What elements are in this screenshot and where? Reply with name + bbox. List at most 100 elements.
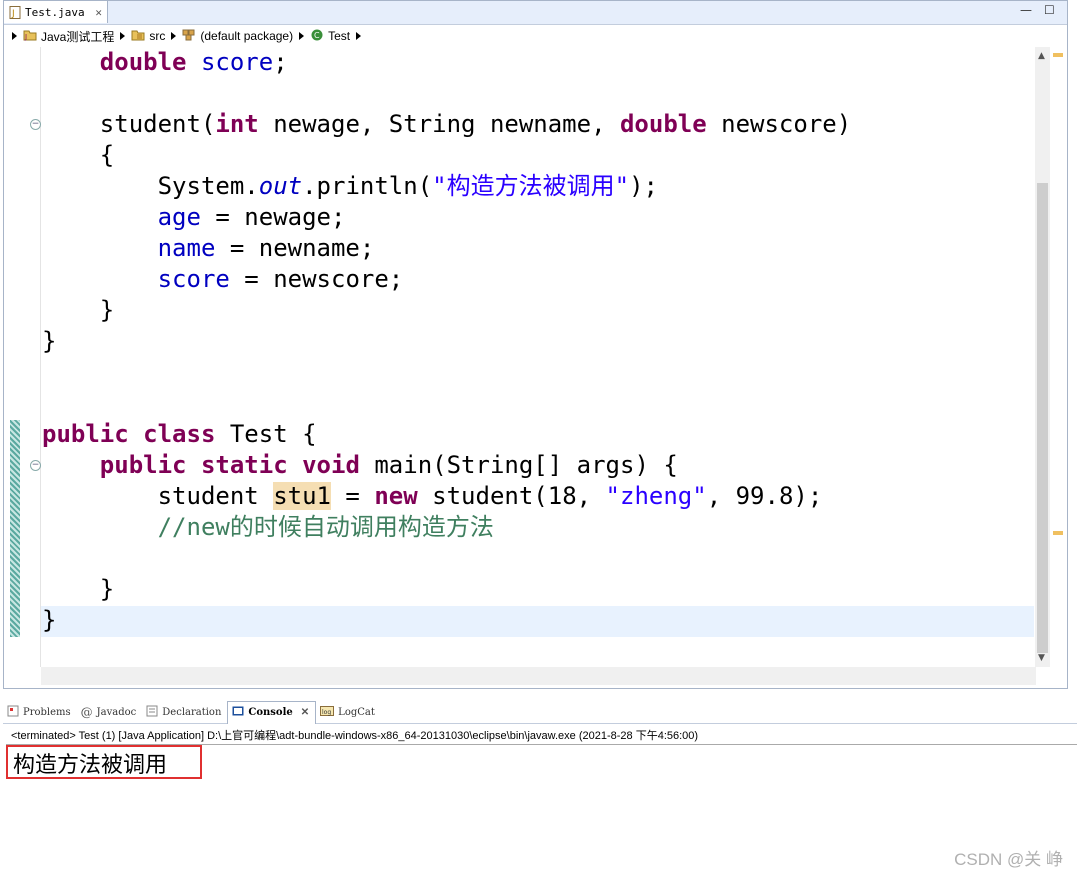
svg-text:C: C xyxy=(314,31,320,40)
code-line[interactable]: public static void main(String[] args) { xyxy=(42,450,678,481)
code-token: new xyxy=(374,482,418,510)
java-file-icon: J xyxy=(9,5,21,19)
breadcrumb-src[interactable]: src xyxy=(131,28,165,44)
code-token: public xyxy=(42,420,129,448)
code-line[interactable]: } xyxy=(42,326,56,357)
tab-test-java[interactable]: J Test.java ✕ xyxy=(4,1,108,23)
chevron-right-icon xyxy=(171,32,177,40)
code-token: } xyxy=(42,575,115,603)
scroll-up-icon[interactable]: ▲ xyxy=(1038,51,1045,61)
overview-ruler xyxy=(1053,47,1065,667)
code-line[interactable]: student(int newage, String newname, doub… xyxy=(42,109,851,140)
code-token: } xyxy=(42,296,115,324)
declaration-icon xyxy=(146,705,158,720)
tab-javadoc[interactable]: @ Javadoc xyxy=(77,701,143,723)
code-token: Test { xyxy=(215,420,317,448)
code-token: out xyxy=(258,172,303,200)
tab-label: Test.java xyxy=(25,5,85,19)
breadcrumb-class[interactable]: C Test xyxy=(310,28,350,44)
project-icon: J xyxy=(23,28,37,44)
code-line[interactable]: //new的时候自动调用构造方法 xyxy=(42,512,494,543)
code-line[interactable]: } xyxy=(42,605,56,636)
code-token: newscore) xyxy=(706,110,852,138)
code-line[interactable]: name = newname; xyxy=(42,233,375,264)
scroll-down-icon[interactable]: ▼ xyxy=(1038,653,1045,663)
overview-marker[interactable] xyxy=(1053,53,1063,57)
code-line[interactable]: double score; xyxy=(42,47,288,78)
code-token: int xyxy=(215,110,259,138)
code-token: System. xyxy=(42,172,259,200)
tab-label: LogCat xyxy=(338,706,375,718)
chevron-right-icon xyxy=(12,32,17,40)
fold-icon[interactable]: − xyxy=(30,460,41,471)
code-line[interactable]: public class Test { xyxy=(42,419,317,450)
code-token: "zheng" xyxy=(605,482,707,510)
tab-label: Javadoc xyxy=(96,706,137,718)
code-line[interactable]: age = newage; xyxy=(42,202,346,233)
svg-text:J: J xyxy=(11,9,15,19)
javadoc-icon: @ xyxy=(80,705,93,719)
chevron-right-icon xyxy=(356,32,362,40)
maximize-icon[interactable]: ☐ xyxy=(1044,3,1055,17)
logcat-icon: log xyxy=(320,705,335,720)
code-token: = xyxy=(330,482,375,510)
breadcrumb-package[interactable]: (default package) xyxy=(182,28,293,44)
source-folder-icon xyxy=(131,28,145,44)
code-token: main(String[] args) { xyxy=(359,451,678,479)
fold-icon[interactable]: − xyxy=(30,119,41,130)
code-token: stu1 xyxy=(273,482,331,510)
tab-declaration[interactable]: Declaration xyxy=(142,701,227,723)
code-token: void xyxy=(302,451,360,479)
console-icon xyxy=(232,705,244,720)
code-line[interactable]: } xyxy=(42,574,114,605)
code-token: { xyxy=(42,141,115,169)
code-token: , 99.8); xyxy=(706,482,823,510)
console-panel: Problems @ Javadoc Declaration Console ✕… xyxy=(3,700,1077,876)
vertical-scrollbar[interactable]: ▲ ▼ xyxy=(1035,47,1050,667)
code-line[interactable]: student stu1 = new student(18, "zheng", … xyxy=(42,481,822,512)
minimize-icon[interactable]: — xyxy=(1020,3,1032,17)
code-token: .println( xyxy=(302,172,433,200)
code-token: student xyxy=(42,482,274,510)
tab-console[interactable]: Console ✕ xyxy=(227,700,317,724)
code-token: score xyxy=(200,48,274,76)
code-token: name xyxy=(157,234,216,262)
editor-tab-bar: J Test.java ✕ — ☐ xyxy=(4,1,1067,25)
code-line[interactable]: score = newscore; xyxy=(42,264,404,295)
code-token: ; xyxy=(273,48,288,76)
tab-label: Problems xyxy=(23,706,71,718)
breadcrumb-project[interactable]: J Java测试工程 xyxy=(23,28,114,45)
code-token: static xyxy=(200,451,288,479)
chevron-right-icon xyxy=(299,32,305,40)
current-line-highlight xyxy=(41,606,1034,637)
code-token: student( xyxy=(42,110,216,138)
tab-label: Console xyxy=(248,707,293,718)
svg-text:J: J xyxy=(24,33,27,41)
horizontal-scrollbar[interactable] xyxy=(41,667,1036,685)
scrollbar-thumb[interactable] xyxy=(1037,183,1048,653)
class-icon: C xyxy=(310,28,324,44)
code-token: double xyxy=(99,48,187,76)
code-token: newage, String newname, xyxy=(258,110,620,138)
code-line[interactable]: { xyxy=(42,140,114,171)
code-line[interactable]: System.out.println("构造方法被调用"); xyxy=(42,171,658,202)
package-icon xyxy=(182,28,196,44)
close-tab-icon[interactable]: ✕ xyxy=(95,6,102,19)
code-token: } xyxy=(42,606,57,634)
close-tab-icon[interactable]: ✕ xyxy=(301,707,309,718)
tab-logcat[interactable]: log LogCat xyxy=(316,701,381,723)
overview-marker[interactable] xyxy=(1053,531,1063,535)
code-token: = newname; xyxy=(215,234,375,262)
code-editor[interactable]: − − double score; student(int newage, St… xyxy=(4,47,1034,667)
code-token: ); xyxy=(629,172,658,200)
code-line[interactable]: } xyxy=(42,295,114,326)
code-token: public xyxy=(99,451,187,479)
tab-problems[interactable]: Problems xyxy=(3,701,77,723)
